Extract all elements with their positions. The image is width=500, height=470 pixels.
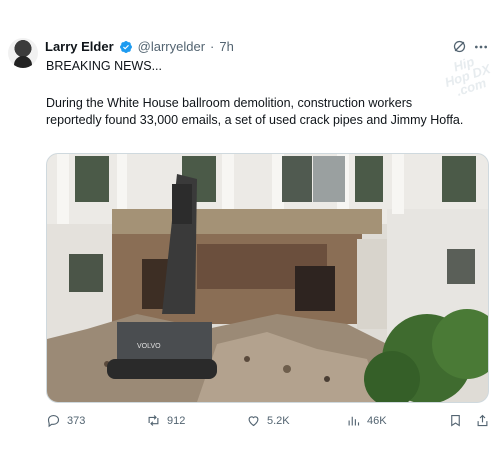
- display-name[interactable]: Larry Elder: [45, 39, 114, 54]
- views-icon: [348, 416, 360, 426]
- repost-button[interactable]: 912: [146, 413, 185, 428]
- reply-button[interactable]: 373: [46, 413, 85, 428]
- bookmark-icon: [451, 414, 460, 427]
- post-time[interactable]: 7h: [219, 39, 233, 54]
- like-icon: [248, 416, 259, 427]
- repost-icon: [148, 415, 159, 426]
- tweet-text: During the White House ballroom demoliti…: [46, 96, 464, 127]
- tweet-header: Larry Elder @larryelder · 7h: [45, 39, 234, 54]
- share-button[interactable]: [475, 413, 490, 428]
- demolition-photo: VOLVO: [47, 154, 488, 402]
- tweet-actions: 373 912 5.2K 46K: [46, 413, 491, 433]
- views-count: 46K: [367, 414, 387, 427]
- like-count: 5.2K: [267, 414, 290, 427]
- grok-icon[interactable]: [452, 39, 467, 54]
- bookmark-button[interactable]: [448, 413, 463, 428]
- tweet-headline: BREAKING NEWS...: [46, 59, 162, 73]
- verified-badge-icon: [119, 40, 132, 53]
- reply-count: 373: [67, 414, 86, 427]
- avatar[interactable]: [8, 38, 38, 68]
- author-handle[interactable]: @larryelder: [138, 39, 205, 54]
- views-button[interactable]: 46K: [346, 413, 387, 428]
- share-icon: [477, 414, 488, 427]
- reply-icon: [47, 414, 60, 428]
- excavator-brand: VOLVO: [137, 343, 161, 350]
- repost-count: 912: [167, 414, 186, 427]
- tweet-image[interactable]: VOLVO: [46, 153, 489, 403]
- like-button[interactable]: 5.2K: [246, 413, 290, 428]
- separator: ·: [210, 39, 215, 54]
